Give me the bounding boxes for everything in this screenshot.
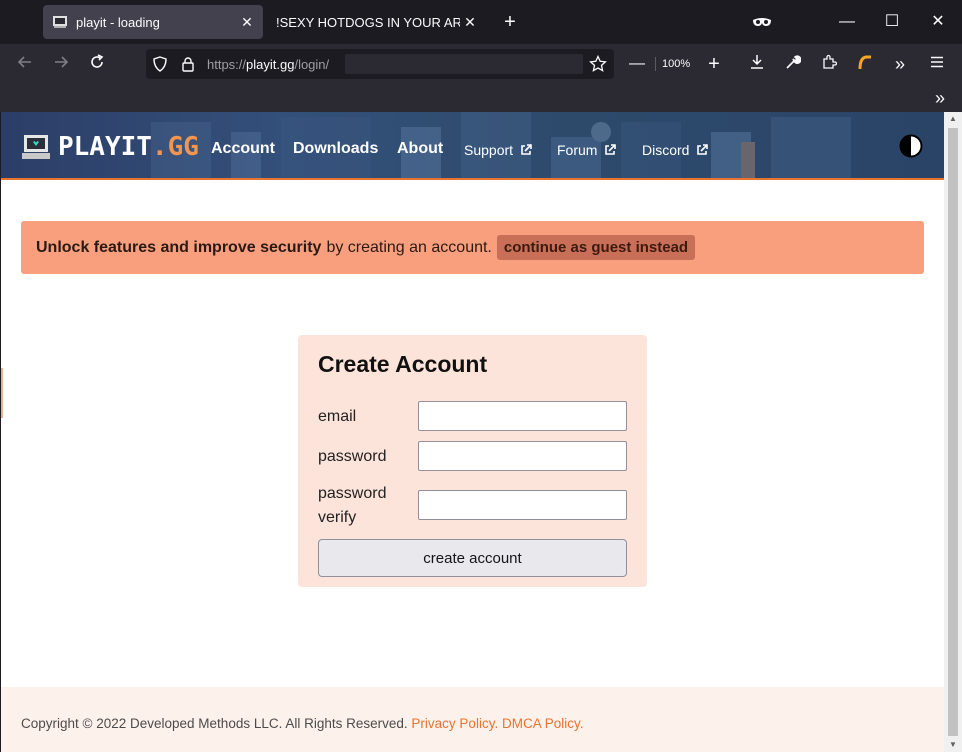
password-verify-label: password verify: [318, 485, 387, 526]
lock-icon[interactable]: [180, 56, 196, 72]
browser-window: playit - loading ✕ !SEXY HOTDOGS IN YOUR…: [0, 0, 962, 752]
zoom-out-button[interactable]: —: [627, 54, 647, 74]
computer-logo-icon: [22, 135, 50, 159]
close-window-button[interactable]: ✕: [928, 12, 948, 32]
nav-toolbar: https://playit.gg/login/ — 100% + »: [0, 44, 962, 84]
url-path: /login/: [294, 57, 330, 72]
zoom-in-button[interactable]: +: [704, 54, 724, 74]
left-edge-tab: [1, 368, 3, 418]
logo-main: PLAYIT: [58, 132, 152, 162]
extensions-button[interactable]: [819, 54, 839, 74]
password-label: password: [318, 448, 387, 465]
shield-icon[interactable]: [152, 56, 168, 72]
nav-forum-label: Forum: [557, 142, 598, 158]
password-field[interactable]: [418, 441, 627, 471]
scroll-thumb[interactable]: [948, 128, 958, 736]
external-link-icon: [605, 144, 617, 155]
copyright-text: Copyright © 2022 Developed Methods LLC. …: [21, 716, 408, 731]
hamburger-icon: [931, 56, 943, 68]
bookmarks-overflow-button[interactable]: »: [930, 88, 950, 108]
nav-support-label: Support: [464, 142, 514, 158]
card-title: Create Account: [318, 351, 488, 377]
puzzle-icon: [823, 54, 838, 69]
tab-spam[interactable]: !SEXY HOTDOGS IN YOUR AREA!!SEXY ✕: [266, 5, 486, 39]
nav-forum[interactable]: Forum: [557, 142, 617, 158]
banner-text: by creating an account.: [326, 238, 492, 256]
private-browsing-icon: [752, 14, 772, 30]
tab-title: !SEXY HOTDOGS IN YOUR AREA!!SEXY: [276, 14, 460, 30]
footer-text: Copyright © 2022 Developed Methods LLC. …: [21, 716, 583, 731]
overflow-menu-button[interactable]: »: [890, 54, 910, 74]
site-logo[interactable]: PLAYIT.GG: [22, 132, 199, 162]
reload-icon: [91, 54, 104, 68]
back-button[interactable]: [15, 54, 35, 74]
tab-playit[interactable]: playit - loading ✕: [43, 5, 263, 39]
url-bar[interactable]: https://playit.gg/login/: [146, 49, 614, 79]
bookmark-star-icon[interactable]: [589, 55, 607, 73]
nav-account[interactable]: Account: [211, 140, 275, 158]
app-menu-button[interactable]: [927, 54, 947, 74]
scroll-up-arrow-icon[interactable]: ▲: [944, 112, 962, 126]
minimize-button[interactable]: —: [837, 12, 857, 32]
create-account-card: Create Account email password password v…: [298, 335, 647, 587]
banner-strong-text: Unlock features and improve security: [36, 238, 322, 256]
tab-title: playit - loading: [76, 14, 160, 30]
back-arrow-icon: [17, 56, 31, 68]
wrench-icon: [786, 55, 802, 69]
url-text[interactable]: https://playit.gg/login/: [207, 57, 329, 72]
logo-text: PLAYIT.GG: [58, 132, 199, 162]
zoom-level[interactable]: 100%: [655, 57, 690, 71]
privacy-policy-link[interactable]: Privacy Policy.: [411, 716, 498, 731]
nav-support[interactable]: Support: [464, 142, 532, 158]
tools-button[interactable]: [783, 54, 803, 74]
nav-discord-label: Discord: [642, 142, 690, 158]
nav-discord[interactable]: Discord: [642, 142, 709, 158]
email-label: email: [318, 408, 357, 425]
theme-toggle-icon[interactable]: [899, 134, 923, 158]
new-tab-button[interactable]: +: [500, 12, 520, 32]
logo-accent: .GG: [151, 132, 199, 162]
create-account-button[interactable]: create account: [318, 539, 627, 577]
forward-button[interactable]: [51, 54, 71, 74]
dmca-policy-link[interactable]: DMCA Policy.: [502, 716, 584, 731]
url-prefix: https://: [207, 57, 247, 72]
tab-strip: playit - loading ✕ !SEXY HOTDOGS IN YOUR…: [0, 0, 962, 44]
external-link-icon: [697, 144, 709, 155]
download-icon: [751, 55, 763, 69]
maximize-button[interactable]: ☐: [882, 12, 902, 32]
bookmarks-toolbar: »: [0, 84, 962, 112]
url-host: playit.gg: [246, 57, 295, 72]
reload-button[interactable]: [87, 54, 107, 74]
nav-downloads[interactable]: Downloads: [293, 140, 378, 158]
tab-close-icon[interactable]: ✕: [460, 14, 480, 31]
forward-arrow-icon: [55, 56, 69, 68]
extension-hook-icon: [858, 55, 871, 70]
tab-close-icon[interactable]: ✕: [237, 14, 257, 31]
email-field[interactable]: [418, 401, 627, 431]
playit-favicon-icon: [52, 14, 68, 30]
scroll-down-arrow-icon[interactable]: ▼: [944, 738, 962, 752]
page-viewport: PLAYIT.GG Account Downloads About Suppor…: [1, 112, 944, 752]
password-verify-field[interactable]: [418, 490, 627, 520]
site-footer: Copyright © 2022 Developed Methods LLC. …: [1, 687, 944, 752]
downloads-button[interactable]: [747, 54, 767, 74]
nav-about[interactable]: About: [397, 140, 443, 158]
account-banner: Unlock features and improve security by …: [21, 221, 924, 274]
url-redaction: [345, 54, 583, 74]
site-header: PLAYIT.GG Account Downloads About Suppor…: [1, 112, 944, 180]
external-link-icon: [521, 144, 532, 155]
continue-as-guest-button[interactable]: continue as guest instead: [496, 235, 696, 260]
page-scrollbar[interactable]: ▲ ▼: [944, 112, 962, 752]
extension-button[interactable]: [855, 54, 875, 74]
